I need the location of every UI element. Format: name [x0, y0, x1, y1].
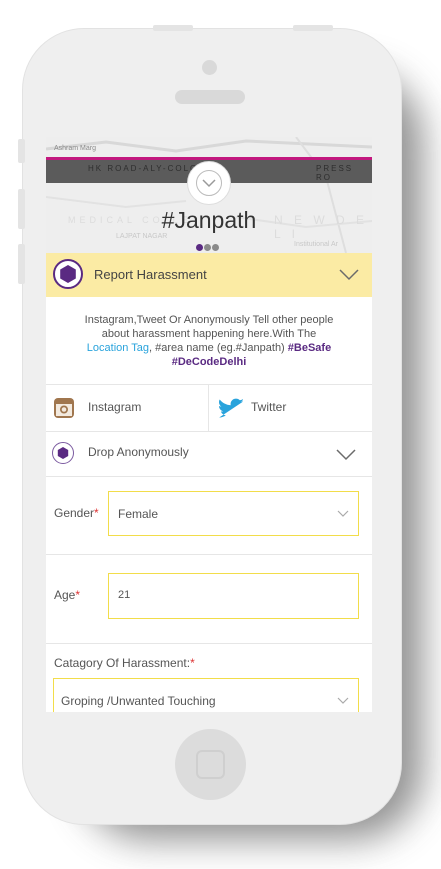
home-button[interactable]: [175, 729, 246, 800]
social-row: Instagram Twitter: [46, 384, 372, 432]
map-label: PRESS RO: [316, 164, 354, 182]
pager-dot[interactable]: [196, 244, 203, 251]
decode-hashtag: #DeCodeDelhi: [171, 356, 247, 368]
age-label: Age*: [54, 588, 81, 602]
page-title: #Janpath: [161, 207, 257, 233]
info-line: Instagram,Tweet Or Anonymously Tell othe…: [84, 314, 334, 326]
map-label: Institutional Ar: [294, 241, 338, 248]
twitter-icon: [219, 398, 243, 418]
top-button: [153, 25, 193, 31]
category-label: Catagory Of Harassment:*: [54, 656, 195, 670]
side-button: [18, 189, 25, 229]
map-label: Ashram Marg: [54, 145, 97, 152]
chevron-down-icon: [202, 179, 216, 188]
category-value: Groping /Unwanted Touching: [61, 694, 216, 708]
instagram-label: Instagram: [88, 400, 142, 414]
pager-dots: [196, 238, 220, 251]
instagram-button[interactable]: Instagram: [46, 385, 208, 431]
chevron-down-icon: [337, 510, 349, 517]
pager-dot[interactable]: [212, 244, 219, 251]
report-harassment-label: Report Harassment: [94, 267, 207, 282]
gender-select[interactable]: Female: [108, 491, 359, 536]
camera: [202, 60, 217, 75]
info-text-mid: , #area name (eg.#Janpath): [148, 342, 288, 354]
side-button: [18, 244, 25, 284]
report-harassment-bar[interactable]: Report Harassment: [46, 253, 372, 297]
age-row: Age* 21: [46, 555, 372, 644]
app-screen: Ashram Marg HK ROAD-ALY-COLONY PRESS RO …: [46, 137, 372, 712]
top-button: [293, 25, 333, 31]
twitter-label: Twitter: [251, 400, 287, 414]
report-icon: [53, 259, 83, 289]
drop-anonymously-row[interactable]: Drop Anonymously: [46, 431, 372, 477]
drop-icon: [52, 442, 74, 464]
gender-label: Gender*: [54, 506, 99, 520]
map-header: Ashram Marg HK ROAD-ALY-COLONY PRESS RO …: [46, 137, 372, 253]
instagram-icon: [54, 398, 74, 418]
hexagon-icon: [60, 265, 76, 283]
location-tag-link[interactable]: Location Tag: [87, 342, 149, 354]
pager-dot[interactable]: [204, 244, 211, 251]
side-button: [18, 139, 25, 163]
chevron-down-icon: [337, 697, 349, 704]
age-value: 21: [118, 589, 131, 601]
age-input[interactable]: 21: [108, 573, 359, 619]
map-label: LAJPAT NAGAR: [116, 233, 168, 240]
speaker: [175, 90, 245, 104]
besafe-hashtag: #BeSafe: [287, 342, 332, 354]
chevron-down-icon[interactable]: [338, 267, 360, 281]
drop-anonymously-label: Drop Anonymously: [88, 445, 189, 459]
twitter-button[interactable]: Twitter: [209, 385, 372, 431]
category-select[interactable]: Groping /Unwanted Touching: [53, 678, 359, 712]
category-row: Catagory Of Harassment:* Groping /Unwant…: [46, 644, 372, 712]
gender-value: Female: [118, 507, 159, 521]
collapse-map-button[interactable]: [187, 161, 231, 205]
chevron-down-icon[interactable]: [335, 447, 357, 461]
info-text: Instagram,Tweet Or Anonymously Tell othe…: [46, 313, 372, 369]
gender-row: Gender* Female: [46, 477, 372, 555]
hexagon-icon: [57, 447, 69, 459]
info-line: about harassment happening here.With The: [101, 328, 317, 340]
